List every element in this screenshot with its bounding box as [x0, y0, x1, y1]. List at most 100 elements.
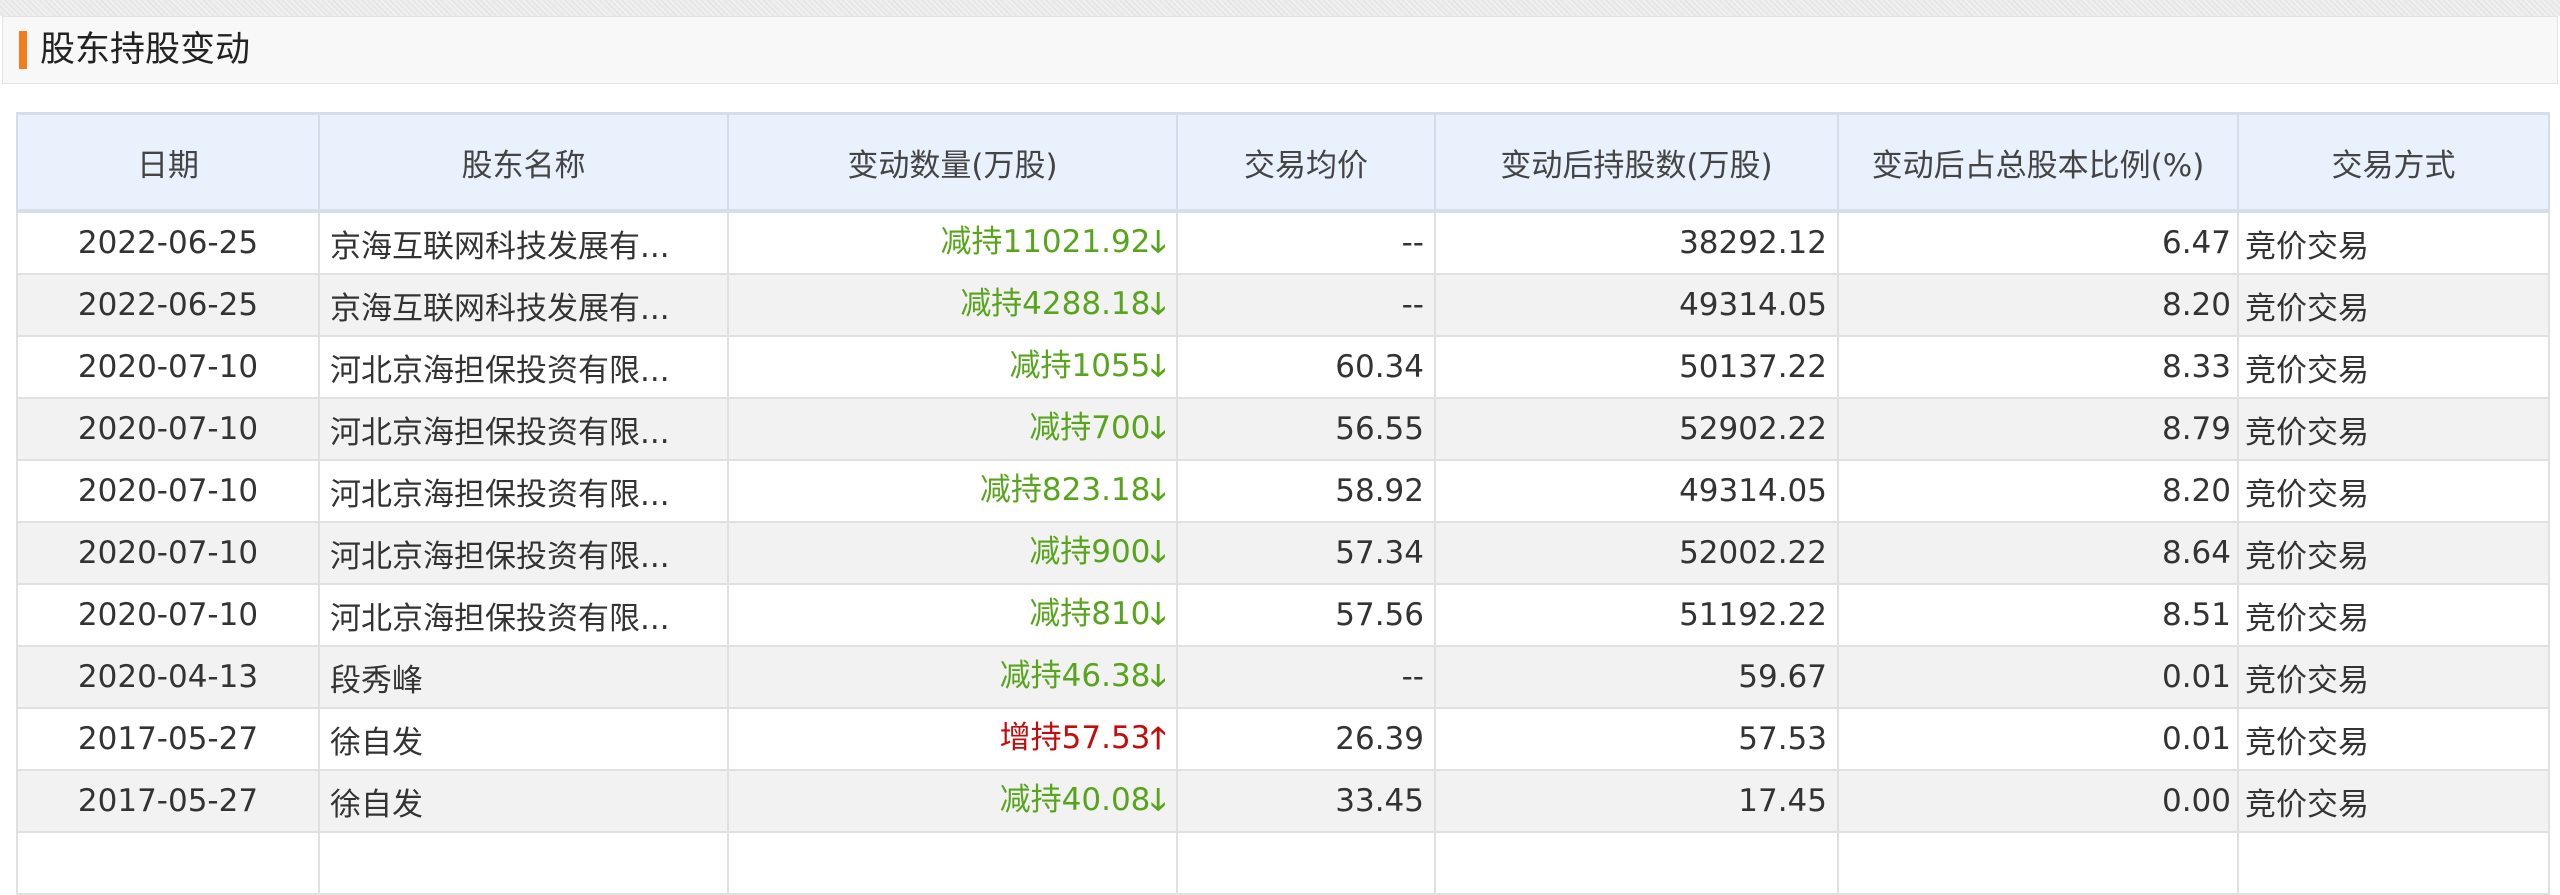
- cell-date: 2020-07-10: [16, 521, 320, 585]
- cell-change: 减持40.08🡓: [727, 769, 1178, 833]
- cell-date: 2020-04-13: [16, 645, 320, 709]
- cell-method: 竞价交易: [2237, 707, 2550, 771]
- cell-holder[interactable]: 河北京海担保投资有限...: [318, 397, 729, 461]
- cell-ratio: 0.00: [1837, 769, 2239, 833]
- cell-price: --: [1176, 645, 1436, 709]
- col-header-method[interactable]: 交易方式: [2237, 112, 2550, 213]
- cell-method: 竞价交易: [2237, 397, 2550, 461]
- arrow-down-icon: 🡓: [1150, 348, 1166, 384]
- top-strip: [0, 0, 2560, 16]
- table-row: 2020-07-10 河北京海担保投资有限... 减持810🡓 57.56 51192.…: [16, 583, 2550, 647]
- cell-holder[interactable]: 京海互联网科技发展有...: [318, 210, 729, 275]
- cell-change: 减持700🡓: [727, 397, 1178, 461]
- cell-holder[interactable]: 徐自发: [318, 769, 729, 833]
- cell-price: 58.92: [1176, 459, 1436, 523]
- cell-change: 减持4288.18🡓: [727, 273, 1178, 337]
- cell-price: 33.45: [1176, 769, 1436, 833]
- cell-method: 竞价交易: [2237, 335, 2550, 399]
- cell-after: 57.53: [1434, 707, 1839, 771]
- cell-price: 56.55: [1176, 397, 1436, 461]
- cell-date: 2022-06-25: [16, 273, 320, 337]
- cell-price: 57.56: [1176, 583, 1436, 647]
- cell-date: 2020-07-10: [16, 397, 320, 461]
- col-header-after[interactable]: 变动后持股数(万股): [1434, 112, 1839, 213]
- change-value: 减持810: [1029, 595, 1151, 632]
- cell-price: --: [1176, 210, 1436, 275]
- cell-change: 减持11021.92🡓: [727, 210, 1178, 275]
- cell-ratio: 8.20: [1837, 459, 2239, 523]
- cell-change: 减持810🡓: [727, 583, 1178, 647]
- table-row: 2017-05-27 徐自发 增持57.53🡑 26.39 57.53 0.01 竞价交易: [16, 707, 2550, 771]
- arrow-down-icon: 🡓: [1150, 658, 1166, 694]
- arrow-down-icon: 🡓: [1150, 410, 1166, 446]
- cell-method: 竞价交易: [2237, 645, 2550, 709]
- cell-after: 51192.22: [1434, 583, 1839, 647]
- cell-price: 26.39: [1176, 707, 1436, 771]
- table-header-row: 日期 股东名称 变动数量(万股) 交易均价 变动后持股数(万股) 变动后占总股本…: [16, 112, 2550, 213]
- section-header: [2, 16, 2558, 84]
- cell-after: 17.45: [1434, 769, 1839, 833]
- cell-date: 2020-07-10: [16, 583, 320, 647]
- cell-price: --: [1176, 273, 1436, 337]
- cell-date: 2017-05-27: [16, 769, 320, 833]
- change-value: 减持11021.92: [940, 223, 1151, 260]
- cell-date: 2020-07-10: [16, 335, 320, 399]
- col-header-holder[interactable]: 股东名称: [318, 112, 729, 213]
- shareholding-change-table: 日期 股东名称 变动数量(万股) 交易均价 变动后持股数(万股) 变动后占总股本…: [16, 112, 2550, 895]
- cell-holder[interactable]: 河北京海担保投资有限...: [318, 583, 729, 647]
- arrow-down-icon: 🡓: [1150, 534, 1166, 570]
- col-header-date[interactable]: 日期: [16, 112, 320, 213]
- arrow-down-icon: 🡓: [1150, 286, 1166, 322]
- col-header-ratio[interactable]: 变动后占总股本比例(%): [1837, 112, 2239, 213]
- cell-change: 减持1055🡓: [727, 335, 1178, 399]
- arrow-down-icon: 🡓: [1150, 596, 1166, 632]
- table-row: 2017-05-27 徐自发 减持40.08🡓 33.45 17.45 0.00 竞价交易: [16, 769, 2550, 833]
- cell-change: 减持46.38🡓: [727, 645, 1178, 709]
- cell-change: 减持823.18🡓: [727, 459, 1178, 523]
- cell-change: 增持57.53🡑: [727, 707, 1178, 771]
- table-row-partial: [16, 831, 2550, 895]
- section-title: 股东持股变动: [40, 30, 251, 70]
- table-row: 2020-07-10 河北京海担保投资有限... 减持900🡓 57.34 52002.…: [16, 521, 2550, 585]
- cell-method: 竞价交易: [2237, 210, 2550, 275]
- cell-after: 38292.12: [1434, 210, 1839, 275]
- cell-date: 2022-06-25: [16, 210, 320, 275]
- cell-holder[interactable]: 河北京海担保投资有限...: [318, 335, 729, 399]
- col-header-change[interactable]: 变动数量(万股): [727, 112, 1178, 213]
- cell-ratio: 8.20: [1837, 273, 2239, 337]
- change-value: 减持700: [1029, 409, 1151, 446]
- cell-ratio: 8.64: [1837, 521, 2239, 585]
- cell-ratio: 8.51: [1837, 583, 2239, 647]
- table-row: 2020-07-10 河北京海担保投资有限... 减持700🡓 56.55 52902.…: [16, 397, 2550, 461]
- cell-ratio: 8.33: [1837, 335, 2239, 399]
- cell-ratio: 8.79: [1837, 397, 2239, 461]
- change-value: 增持57.53: [999, 719, 1151, 756]
- cell-after: 49314.05: [1434, 273, 1839, 337]
- table-row: 2020-07-10 河北京海担保投资有限... 减持1055🡓 60.34 50137…: [16, 335, 2550, 399]
- cell-ratio: 0.01: [1837, 645, 2239, 709]
- table-row: 2020-07-10 河北京海担保投资有限... 减持823.18🡓 58.92 493…: [16, 459, 2550, 523]
- cell-after: 49314.05: [1434, 459, 1839, 523]
- change-value: 减持40.08: [999, 781, 1151, 818]
- change-value: 减持1055: [1009, 347, 1151, 384]
- cell-holder[interactable]: 段秀峰: [318, 645, 729, 709]
- cell-price: 60.34: [1176, 335, 1436, 399]
- change-value: 减持900: [1029, 533, 1151, 570]
- col-header-price[interactable]: 交易均价: [1176, 112, 1436, 213]
- cell-holder[interactable]: 河北京海担保投资有限...: [318, 459, 729, 523]
- cell-method: 竞价交易: [2237, 521, 2550, 585]
- cell-method: 竞价交易: [2237, 769, 2550, 833]
- cell-holder[interactable]: 河北京海担保投资有限...: [318, 521, 729, 585]
- table-row: 2022-06-25 京海互联网科技发展有... 减持4288.18🡓 -- 49314…: [16, 273, 2550, 337]
- arrow-down-icon: 🡓: [1150, 782, 1166, 818]
- arrow-down-icon: 🡓: [1150, 224, 1166, 260]
- change-value: 减持4288.18: [960, 285, 1151, 322]
- change-value: 减持823.18: [979, 471, 1151, 508]
- cell-holder[interactable]: 徐自发: [318, 707, 729, 771]
- cell-ratio: 0.01: [1837, 707, 2239, 771]
- cell-method: 竞价交易: [2237, 273, 2550, 337]
- cell-holder[interactable]: 京海互联网科技发展有...: [318, 273, 729, 337]
- cell-ratio: 6.47: [1837, 210, 2239, 275]
- cell-change: 减持900🡓: [727, 521, 1178, 585]
- section-accent-bar: [19, 31, 27, 69]
